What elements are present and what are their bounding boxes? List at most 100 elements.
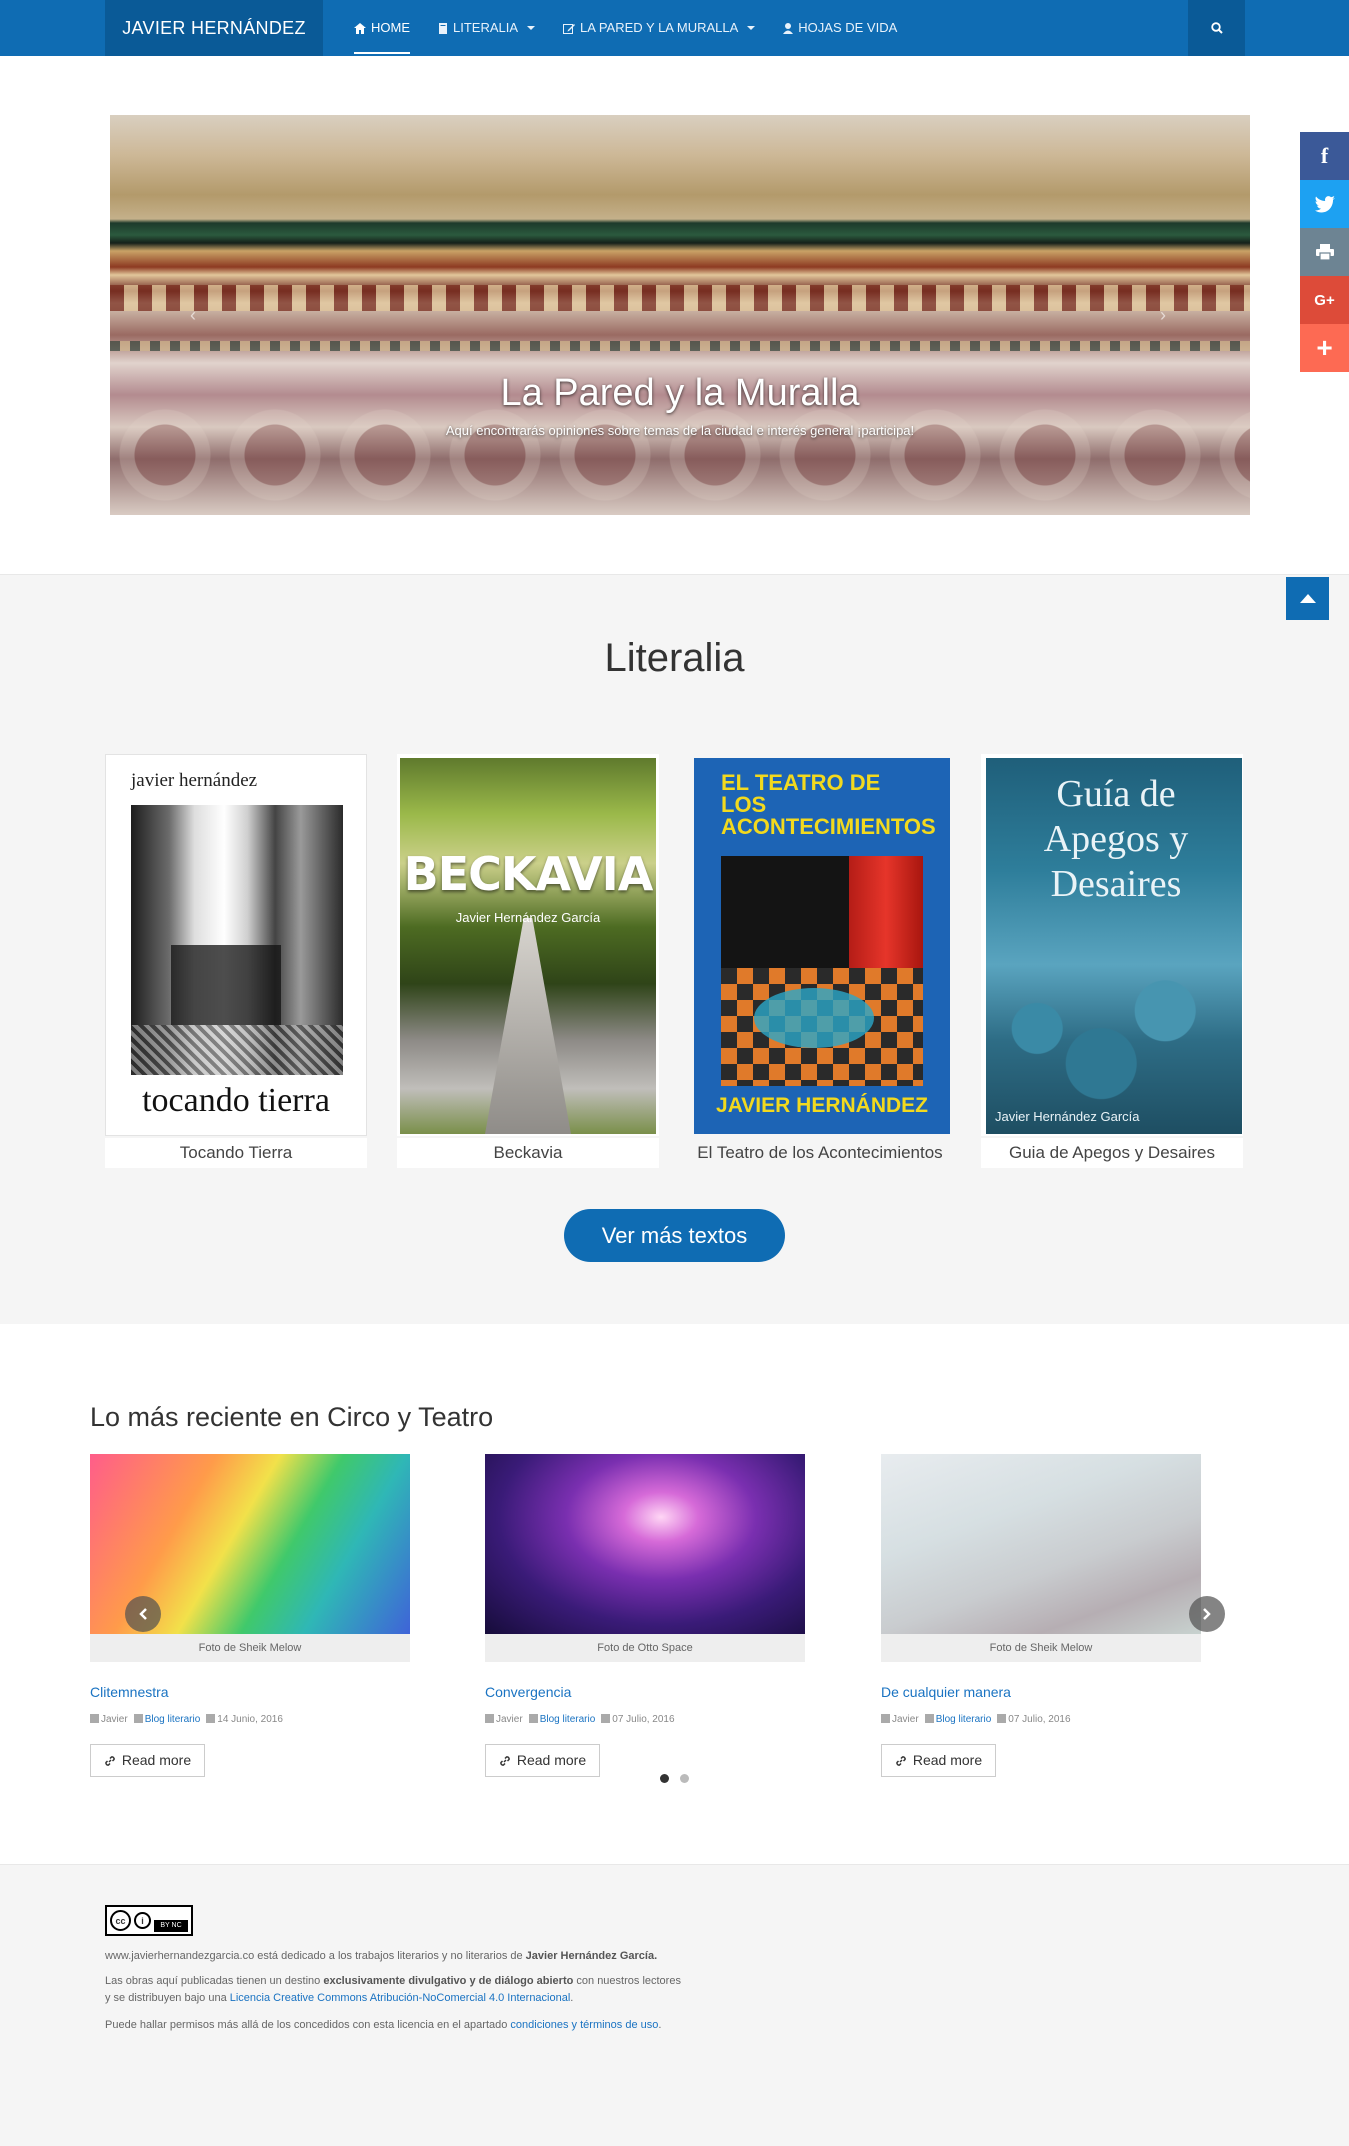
- hero-next-arrow[interactable]: ›: [1160, 305, 1166, 326]
- book-cover-frame: javier hernández tocando tierra: [105, 754, 367, 1136]
- book-label: Guia de Apegos y Desaires: [981, 1138, 1243, 1168]
- post-image-credit: Foto de Sheik Melow: [90, 1634, 410, 1662]
- link-icon: [500, 1755, 510, 1766]
- post-meta: Javier Blog literario 07 Julio, 2016: [881, 1714, 1071, 1725]
- book-cover-frame: BECKAVIA Javier Hernández García: [397, 754, 659, 1136]
- nav-literalia-label: LITERALIA: [453, 20, 519, 35]
- terms-link[interactable]: condiciones y términos de uso: [510, 2019, 658, 2031]
- share-twitter-button[interactable]: [1300, 180, 1349, 228]
- date-meta: 07 Julio, 2016: [997, 1714, 1071, 1725]
- date-meta: 07 Julio, 2016: [601, 1714, 675, 1725]
- share-facebook-button[interactable]: f: [1300, 132, 1349, 180]
- post-image[interactable]: [485, 1454, 805, 1634]
- search-icon: [1210, 22, 1223, 34]
- user-icon: [783, 22, 794, 34]
- nav-literalia[interactable]: LITERALIA: [424, 0, 549, 56]
- nav-home[interactable]: HOME: [340, 0, 424, 56]
- footer-line-2: Las obras aquí publicadas tienen un dest…: [105, 1975, 681, 1987]
- footer-line-1: www.javierhernandezgarcia.co está dedica…: [105, 1950, 658, 1962]
- book-cover-photo: [131, 805, 343, 1075]
- google-plus-icon: G+: [1314, 291, 1335, 309]
- main-nav: HOME LITERALIA LA PARED Y LA MURALLA HOJ…: [340, 0, 911, 56]
- nav-hojas-label: HOJAS DE VIDA: [798, 20, 898, 35]
- book-cover-title: EL TEATRO DE LOS ACONTECIMIENTOS: [721, 770, 936, 839]
- chevron-down-icon: [747, 26, 756, 30]
- book-label: Tocando Tierra: [105, 1138, 367, 1168]
- share-print-button[interactable]: [1300, 228, 1349, 276]
- back-to-top-button[interactable]: [1286, 577, 1329, 620]
- read-more-button[interactable]: Read more: [881, 1744, 996, 1777]
- plus-icon: +: [1316, 332, 1333, 363]
- category-link[interactable]: Blog literario: [145, 1714, 201, 1725]
- hero-image-pattern: [110, 341, 1250, 351]
- share-more-button[interactable]: +: [1300, 324, 1349, 372]
- hero-carousel[interactable]: ‹ › La Pared y la Muralla Aquí encontrar…: [110, 115, 1250, 515]
- hero-title: La Pared y la Muralla: [500, 372, 860, 414]
- book-card[interactable]: EL TEATRO DE LOS ACONTECIMIENTOS JAVIER …: [689, 754, 951, 1168]
- read-more-button[interactable]: Read more: [485, 1744, 600, 1777]
- category-link[interactable]: Blog literario: [936, 1714, 992, 1725]
- user-icon: [881, 1714, 890, 1723]
- author-meta: Javier: [485, 1714, 523, 1725]
- nav-home-label: HOME: [371, 20, 410, 35]
- book-cover-author: Javier Hernández García: [995, 1109, 1140, 1124]
- carousel-dot[interactable]: [680, 1774, 689, 1783]
- post-title-link[interactable]: De cualquier manera: [881, 1684, 1011, 1700]
- post-image-credit: Foto de Sheik Melow: [881, 1634, 1201, 1662]
- post-title-link[interactable]: Convergencia: [485, 1684, 571, 1700]
- book-cover-title: tocando tierra: [142, 1082, 330, 1119]
- book-cover-author: JAVIER HERNÁNDEZ: [716, 1094, 928, 1117]
- creative-commons-badge[interactable]: cc i BY NC: [105, 1905, 193, 1936]
- folder-icon: [133, 1714, 143, 1723]
- book-cover-author: Javier Hernández García: [455, 910, 601, 925]
- print-icon: [1315, 244, 1334, 260]
- footer-line-4: Puede hallar permisos más allá de los co…: [105, 2019, 662, 2031]
- license-link[interactable]: Licencia Creative Commons Atribución-NoC…: [230, 1992, 571, 2004]
- calendar-icon: [206, 1714, 216, 1723]
- site-brand[interactable]: JAVIER HERNÁNDEZ: [105, 0, 323, 56]
- nav-hojas-de-vida[interactable]: HOJAS DE VIDA: [769, 0, 911, 56]
- book-cover-photo: [400, 758, 656, 1134]
- post-image[interactable]: [881, 1454, 1201, 1634]
- book-card[interactable]: javier hernández tocando tierra Tocando …: [105, 754, 367, 1168]
- post-meta: Javier Blog literario 14 Junio, 2016: [90, 1714, 283, 1725]
- search-button[interactable]: [1188, 0, 1245, 56]
- read-more-label: Read more: [516, 1752, 587, 1768]
- folder-icon: [924, 1714, 934, 1723]
- folder-icon: [528, 1714, 538, 1723]
- carousel-prev-button[interactable]: [125, 1596, 161, 1632]
- calendar-icon: [601, 1714, 611, 1723]
- post-title-link[interactable]: Clitemnestra: [90, 1684, 169, 1700]
- twitter-icon: [1314, 195, 1335, 212]
- ver-mas-textos-button[interactable]: Ver más textos: [564, 1209, 785, 1262]
- post-image-credit: Foto de Otto Space: [485, 1634, 805, 1662]
- book-cover-frame: Guía de Apegos y Desaires Javier Hernánd…: [981, 754, 1243, 1136]
- book-cover-frame: EL TEATRO DE LOS ACONTECIMIENTOS JAVIER …: [689, 754, 951, 1136]
- carousel-next-button[interactable]: [1189, 1596, 1225, 1632]
- book-cover-title: BECKAVIA: [403, 847, 654, 901]
- book-card[interactable]: Guía de Apegos y Desaires Javier Hernánd…: [981, 754, 1243, 1168]
- carousel-dot-active[interactable]: [660, 1774, 669, 1783]
- nav-pared-label: LA PARED Y LA MURALLA: [580, 20, 739, 35]
- date-meta: 14 Junio, 2016: [206, 1714, 283, 1725]
- read-more-label: Read more: [912, 1752, 983, 1768]
- hero-prev-arrow[interactable]: ‹: [190, 305, 196, 326]
- chevron-down-icon: [527, 26, 536, 30]
- book-card[interactable]: BECKAVIA Javier Hernández García Beckavi…: [397, 754, 659, 1168]
- category-meta: Blog literario: [528, 1714, 596, 1725]
- category-meta: Blog literario: [924, 1714, 992, 1725]
- facebook-icon: f: [1320, 143, 1329, 168]
- caret-up-icon: [1299, 594, 1316, 603]
- book-cover-title: Guía de Apegos y Desaires: [1043, 773, 1189, 905]
- user-icon: [485, 1714, 494, 1723]
- calendar-icon: [997, 1714, 1007, 1723]
- read-more-button[interactable]: Read more: [90, 1744, 205, 1777]
- book-cover-author: javier hernández: [131, 770, 258, 791]
- footer-line-3: y se distribuyen bajo una Licencia Creat…: [105, 1992, 574, 2004]
- nav-pared-muralla[interactable]: LA PARED Y LA MURALLA: [549, 0, 769, 56]
- read-more-label: Read more: [121, 1752, 192, 1768]
- cc-icon: cc: [110, 1910, 131, 1931]
- share-google-plus-button[interactable]: G+: [1300, 276, 1349, 324]
- category-link[interactable]: Blog literario: [540, 1714, 596, 1725]
- author-meta: Javier: [881, 1714, 919, 1725]
